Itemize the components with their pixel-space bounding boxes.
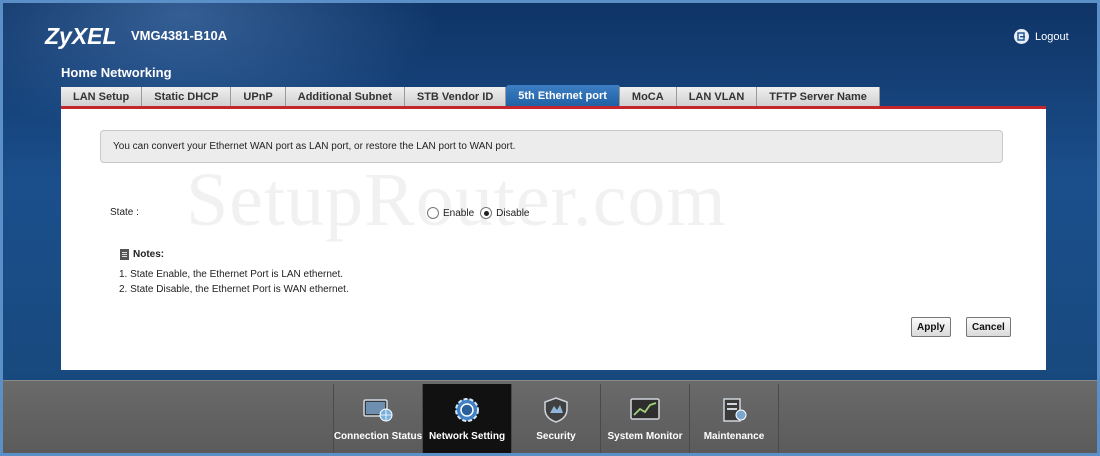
nav-maintenance[interactable]: Maintenance (689, 384, 779, 453)
tab-label: LAN VLAN (688, 91, 745, 103)
model-name: VMG4381-B10A (131, 28, 228, 43)
tab-static-dhcp[interactable]: Static DHCP (142, 87, 232, 107)
nav-label: Security (536, 431, 576, 442)
tab-label: TFTP Server Name (769, 91, 867, 103)
chart-monitor-icon (630, 398, 660, 420)
tab-label: 5th Ethernet port (518, 90, 607, 102)
logout-label: Logout (1035, 30, 1069, 43)
monitor-globe-icon (363, 399, 393, 422)
enable-radio-label[interactable]: Enable (443, 208, 474, 219)
state-label: State : (110, 207, 139, 218)
tab-lan-setup[interactable]: LAN Setup (61, 87, 143, 107)
nav-connection-status[interactable]: Connection Status (333, 384, 423, 453)
tab-5th-ethernet-port[interactable]: 5th Ethernet port (506, 85, 620, 107)
notes-heading: Notes: (120, 249, 164, 260)
disable-radio-label[interactable]: Disable (496, 208, 529, 219)
nav-security[interactable]: Security (511, 384, 600, 453)
tab-tftp-server-name[interactable]: TFTP Server Name (757, 87, 880, 107)
tab-label: Static DHCP (154, 91, 219, 103)
page-title: Home Networking (61, 65, 172, 80)
note-item: 1. State Enable, the Ethernet Port is LA… (119, 269, 344, 280)
nav-label: System Monitor (607, 431, 683, 442)
nav-network-setting[interactable]: Network Setting (422, 384, 511, 453)
nav-label: Connection Status (333, 431, 423, 442)
tab-additional-subnet[interactable]: Additional Subnet (285, 87, 405, 107)
logout-button[interactable]: Logout (1014, 29, 1069, 44)
watermark: SetupRouter.com (186, 158, 727, 242)
info-message: You can convert your Ethernet WAN port a… (100, 130, 1003, 163)
tab-bar: LAN Setup Static DHCP UPnP Additional Su… (61, 85, 1046, 107)
app-frame: ZyXEL VMG4381-B10A Logout Home Networkin… (0, 0, 1100, 456)
tab-label: Additional Subnet (297, 91, 392, 103)
logout-icon (1014, 29, 1029, 44)
apply-button[interactable]: Apply (911, 317, 951, 337)
nav-label: Network Setting (428, 431, 506, 442)
brand-logo: ZyXEL (45, 23, 117, 49)
nav-label: Maintenance (703, 431, 765, 442)
tab-label: MoCA (631, 91, 664, 103)
tab-label: UPnP (243, 91, 273, 103)
shield-icon (544, 397, 568, 423)
tab-stb-vendor-id[interactable]: STB Vendor ID (404, 87, 507, 107)
content-panel: SetupRouter.com You can convert your Eth… (61, 109, 1046, 370)
tab-upnp[interactable]: UPnP (231, 87, 286, 107)
nav-system-monitor[interactable]: System Monitor (600, 384, 689, 453)
disable-radio[interactable] (480, 207, 493, 219)
cancel-button[interactable]: Cancel (966, 317, 1011, 337)
note-item: 2. State Disable, the Ethernet Port is W… (119, 284, 349, 295)
maintenance-tools-icon (723, 398, 747, 422)
enable-radio[interactable] (427, 207, 439, 219)
network-gear-icon (455, 398, 479, 422)
tab-label: STB Vendor ID (416, 91, 494, 103)
info-text: You can convert your Ethernet WAN port a… (113, 141, 516, 152)
tab-lan-vlan[interactable]: LAN VLAN (676, 87, 758, 107)
notes-title: Notes: (133, 249, 165, 260)
state-radio-group: Enable Disable (427, 207, 536, 219)
tab-moca[interactable]: MoCA (619, 87, 677, 107)
notes-icon (120, 249, 129, 260)
bottom-nav: Connection Status Network Setting Securi… (3, 380, 1097, 453)
tab-label: LAN Setup (73, 91, 130, 103)
